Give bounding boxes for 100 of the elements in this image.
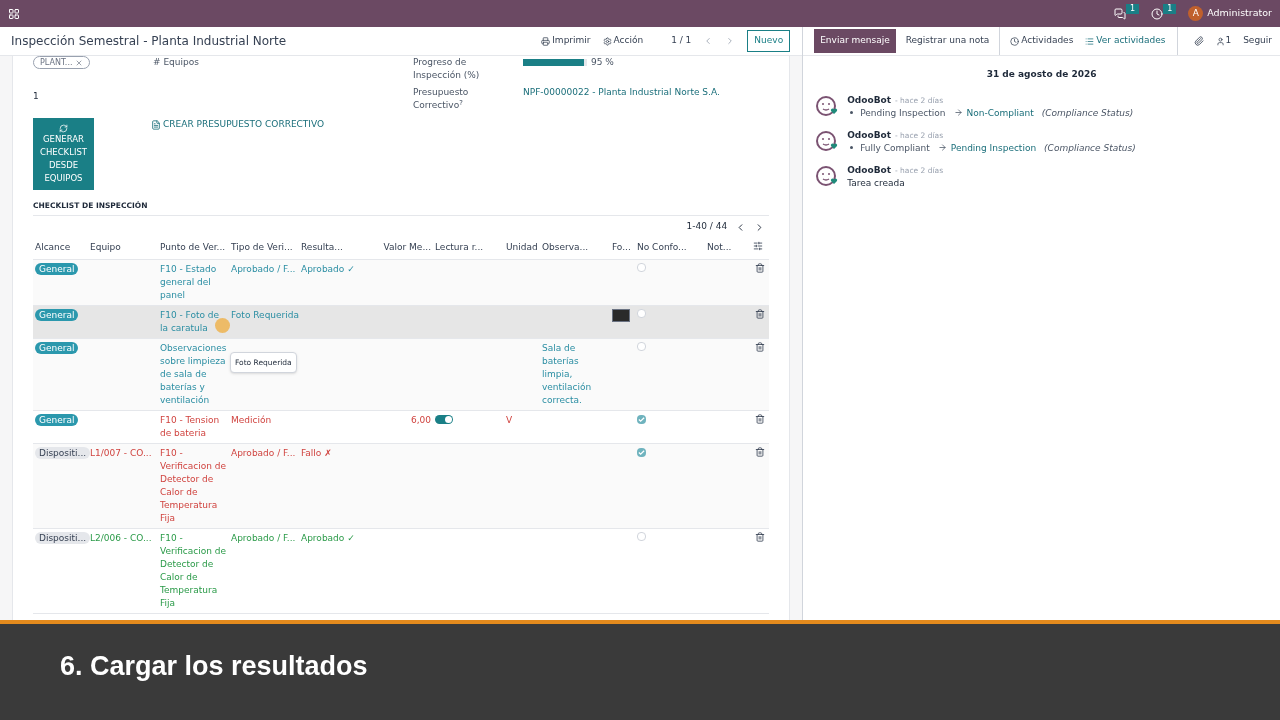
generate-checklist-button[interactable]: GENERAR CHECKLIST DESDE EQUIPOS <box>33 118 94 190</box>
column-header[interactable]: No Confo... <box>635 235 705 260</box>
non-conformity-checkbox[interactable] <box>637 309 646 319</box>
delete-icon[interactable] <box>755 447 765 458</box>
table-cell: Aprobado ✓ <box>301 533 355 544</box>
view-activities-button[interactable]: Ver actividades <box>1073 34 1178 48</box>
table-cell: F10 - Verificacion de Detector de Calor de Temperatura Fija <box>160 533 227 609</box>
budget-link[interactable]: NPF-00000022 - Planta Industrial Norte S.A. <box>523 86 770 100</box>
table-row[interactable]: General F10 - Estado general del panel Aprobado / F... Aprobado ✓ <box>33 260 770 307</box>
notification-badge: 1 <box>1163 3 1177 14</box>
new-value: Non-Compliant <box>966 106 1034 119</box>
bot-avatar-icon <box>815 93 840 118</box>
reading-toggle[interactable] <box>435 415 453 425</box>
table-cell: F10 - Tension de bateria <box>160 415 220 439</box>
table-row[interactable]: General F10 - Tension de bateria Medición 6,00 V <box>33 411 770 445</box>
delete-icon[interactable] <box>755 532 765 543</box>
create-budget-button[interactable]: CREAR PRESUPUESTO CORRECTIVO <box>151 118 325 132</box>
table-row[interactable]: Dispositi... L1/007 - CO... F10 - Verificacion de Detector de Calor de Temperatura Fija Aprobado / F... Fallo ✗ <box>33 444 770 530</box>
gear-icon <box>602 36 612 46</box>
table-cell: 6,00 <box>410 415 431 426</box>
photo-thumbnail[interactable] <box>612 309 630 323</box>
column-header[interactable]: Fo... <box>610 235 635 260</box>
scope-tag: General <box>35 342 79 355</box>
user-name[interactable]: Administrator <box>1207 6 1272 21</box>
message-author: OdooBot <box>847 93 891 106</box>
scope-tag: Dispositi... <box>35 532 91 545</box>
bullet-icon <box>850 146 854 149</box>
table-cell: L2/006 - CO... <box>90 533 152 544</box>
table-cell: F10 - Foto de la caratula <box>160 310 220 334</box>
activities-button[interactable]: Actividades <box>1000 34 1074 48</box>
old-value: Fully Compliant <box>860 141 930 154</box>
arrow-icon <box>937 143 947 152</box>
printer-icon <box>541 36 551 46</box>
table-row[interactable]: Dispositi... L2/006 - CO... F10 - Verificacion de Detector de Calor de Temperatura Fija Aprobado / F... Aprobado ✓ <box>33 529 770 615</box>
column-header[interactable]: Valor Me... <box>378 235 433 260</box>
column-header[interactable]: Observa... <box>540 235 610 260</box>
column-header[interactable]: Resulta... <box>299 235 378 260</box>
bot-avatar-icon <box>815 163 840 188</box>
message-body: Tarea creada <box>847 176 906 189</box>
delete-icon[interactable] <box>755 263 765 274</box>
table-cell: Aprobado / F... <box>231 533 296 544</box>
follow-button[interactable]: Seguir <box>1243 34 1272 48</box>
table-cell: Aprobado ✓ <box>301 264 355 275</box>
column-header[interactable]: Alcance <box>33 235 88 260</box>
print-button[interactable]: Imprimir <box>541 34 591 48</box>
list-icon <box>1085 36 1095 46</box>
non-conformity-checkbox[interactable] <box>637 263 646 273</box>
column-header[interactable]: Lectura r... <box>433 235 504 260</box>
field-name: (Compliance Status) <box>1044 141 1136 154</box>
field-name: (Compliance Status) <box>1041 106 1134 119</box>
column-header[interactable]: Not... <box>705 235 753 260</box>
scope-tag: General <box>35 263 79 276</box>
table-cell: Sala de baterías limpia, ventilación correcta. <box>542 343 592 406</box>
refresh-icon <box>59 123 68 133</box>
equipment-count: 1 <box>33 90 40 103</box>
remove-icon[interactable] <box>74 58 83 67</box>
paperclip-icon[interactable] <box>1194 36 1205 46</box>
document-icon <box>151 119 161 130</box>
message-author: OdooBot <box>847 163 891 176</box>
delete-icon[interactable] <box>755 414 765 425</box>
notification-badge: 1 <box>1126 3 1140 14</box>
non-conformity-checkbox[interactable] <box>637 448 646 458</box>
table-cell: L1/007 - CO... <box>90 448 152 459</box>
arrow-icon <box>953 108 963 117</box>
send-message-button[interactable]: Enviar mensaje <box>814 29 896 53</box>
delete-icon[interactable] <box>755 309 765 320</box>
new-button[interactable]: Nuevo <box>747 30 791 52</box>
bot-avatar-icon <box>815 128 840 153</box>
message-author: OdooBot <box>847 128 891 141</box>
scope-tag: General <box>35 309 79 322</box>
record-pager: 1 / 1 <box>671 34 692 48</box>
table-cell: Observaciones sobre limpieza de sala de baterías y ventilación <box>160 343 227 406</box>
table-cell: V <box>506 415 513 426</box>
delete-icon[interactable] <box>755 342 765 353</box>
non-conformity-checkbox[interactable] <box>637 415 646 425</box>
clock-icon[interactable] <box>1151 7 1164 20</box>
column-header[interactable]: Punto de Ver... <box>158 235 229 260</box>
apps-menu-icon[interactable] <box>8 7 20 20</box>
table-cell: Aprobado / F... <box>231 264 296 275</box>
column-settings-icon[interactable] <box>753 240 763 251</box>
column-header[interactable]: Unidad <box>504 235 540 260</box>
column-header[interactable]: Tipo de Veri... <box>229 235 299 260</box>
followers-button[interactable]: 1 <box>1216 34 1232 48</box>
table-cell: F10 - Verificacion de Detector de Calor de Temperatura Fija <box>160 448 227 524</box>
messages-icon[interactable] <box>1114 7 1127 20</box>
progress-reading: 95 % <box>591 56 614 69</box>
user-avatar[interactable]: A <box>1188 6 1204 21</box>
new-value: Pending Inspection <box>950 141 1037 154</box>
field-label: Presupuesto Correctivo$^{?}$ <box>413 86 470 112</box>
non-conformity-checkbox[interactable] <box>637 532 646 542</box>
field-label: # Equipos <box>153 56 200 69</box>
column-header[interactable]: Equipo <box>88 235 158 260</box>
old-value: Pending Inspection <box>860 106 946 119</box>
log-note-button[interactable]: Registrar una nota <box>895 34 1000 48</box>
list-pager: 1-40 / 44 <box>686 220 728 234</box>
action-button[interactable]: Acción <box>602 34 644 48</box>
table-cell: Aprobado / F... <box>231 448 296 459</box>
table-cell: F10 - Estado general del panel <box>160 264 217 301</box>
non-conformity-checkbox[interactable] <box>637 342 646 352</box>
scope-tag: General <box>35 414 79 427</box>
